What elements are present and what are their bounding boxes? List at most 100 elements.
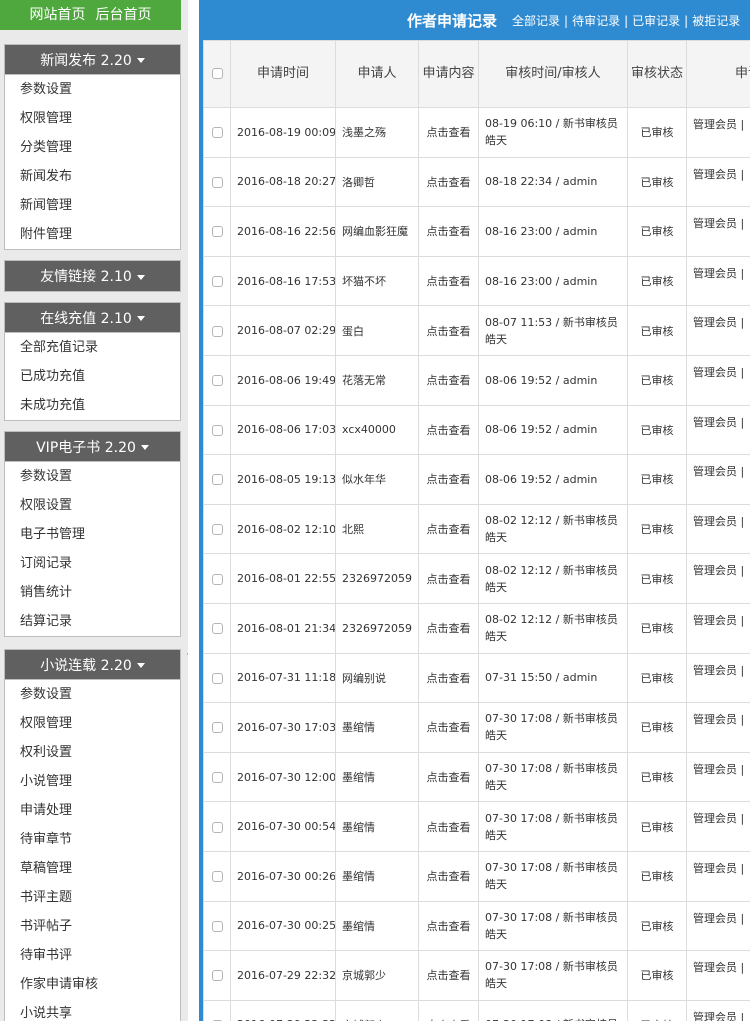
view-content-link[interactable]: 点击查看 [418, 751, 479, 803]
manage-member-link[interactable]: 管理会员 | [686, 107, 750, 158]
menu-item[interactable]: 未成功充值 [5, 391, 180, 420]
manage-member-link[interactable]: 管理会员 | [686, 404, 750, 456]
manage-member-link[interactable]: 管理会员 | [686, 255, 750, 307]
menu-item[interactable]: 订阅记录 [5, 549, 180, 578]
manage-member-link[interactable]: 管理会员 | [686, 305, 750, 356]
menu-item[interactable]: 分类管理 [5, 133, 180, 162]
manage-member-link[interactable]: 管理会员 | [686, 206, 750, 257]
manage-member-link[interactable]: 管理会员 | [686, 553, 750, 604]
row-checkbox[interactable] [211, 474, 223, 486]
view-content-link[interactable]: 点击查看 [418, 454, 479, 505]
manage-member-link[interactable]: 管理会员 | [686, 850, 750, 902]
row-checkbox[interactable] [211, 127, 223, 139]
row-checkbox[interactable] [211, 573, 223, 585]
view-content-link[interactable]: 点击查看 [418, 305, 479, 356]
view-content-link[interactable]: 点击查看 [418, 702, 479, 753]
menu-item[interactable]: 销售统计 [5, 578, 180, 607]
filter-all-link[interactable]: 全部记录 [512, 14, 560, 28]
row-checkbox[interactable] [211, 226, 223, 238]
menu-item[interactable]: 待审章节 [5, 825, 180, 854]
menu-item[interactable]: 参数设置 [5, 462, 180, 491]
view-content-link[interactable]: 点击查看 [418, 206, 479, 257]
menu-group-header[interactable]: VIP电子书 2.20 [5, 432, 180, 462]
manage-member-link[interactable]: 管理会员 | [686, 702, 750, 753]
manage-member-link[interactable]: 管理会员 | [686, 602, 750, 654]
menu-item[interactable]: 附件管理 [5, 220, 180, 249]
menu-item[interactable]: 参数设置 [5, 75, 180, 104]
site-home-link[interactable]: 网站首页 [30, 0, 86, 30]
applicant: 花落无常 [335, 354, 419, 406]
manage-member-link[interactable]: 管理会员 | [686, 999, 750, 1021]
view-content-link[interactable]: 点击查看 [418, 553, 479, 604]
menu-item[interactable]: 权限管理 [5, 709, 180, 738]
view-content-link[interactable]: 点击查看 [418, 503, 479, 555]
row-checkbox[interactable] [211, 722, 223, 734]
menu-item[interactable]: 书评帖子 [5, 912, 180, 941]
menu-item[interactable]: 草稿管理 [5, 854, 180, 883]
menu-item[interactable]: 全部充值记录 [5, 333, 180, 362]
view-content-link[interactable]: 点击查看 [418, 950, 479, 1001]
menu-group-header[interactable]: 新闻发布 2.20 [5, 45, 180, 75]
applicant: 墨绾情 [335, 801, 419, 852]
menu-item[interactable]: 已成功充值 [5, 362, 180, 391]
row-checkbox[interactable] [211, 276, 223, 288]
row-checkbox[interactable] [211, 970, 223, 982]
manage-member-link[interactable]: 管理会员 | [686, 156, 750, 208]
row-checkbox[interactable] [211, 672, 223, 684]
menu-group-header[interactable]: 在线充值 2.10 [5, 303, 180, 333]
manage-member-link[interactable]: 管理会员 | [686, 354, 750, 406]
view-content-link[interactable]: 点击查看 [418, 404, 479, 456]
row-checkbox[interactable] [211, 623, 223, 635]
menu-item[interactable]: 小说共享 [5, 999, 180, 1021]
row-checkbox[interactable] [211, 375, 223, 387]
menu-item[interactable]: 待审书评 [5, 941, 180, 970]
row-checkbox[interactable] [211, 772, 223, 784]
view-content-link[interactable]: 点击查看 [418, 801, 479, 852]
view-content-link[interactable]: 点击查看 [418, 602, 479, 654]
view-content-link[interactable]: 点击查看 [418, 900, 479, 952]
manage-member-link[interactable]: 管理会员 | [686, 652, 750, 704]
view-content-link[interactable]: 点击查看 [418, 255, 479, 307]
collapse-sidebar-icon[interactable] [187, 649, 188, 659]
manage-member-link[interactable]: 管理会员 | [686, 503, 750, 555]
menu-item[interactable]: 新闻管理 [5, 191, 180, 220]
admin-home-link[interactable]: 后台首页 [96, 0, 152, 30]
menu-item[interactable]: 作家申请审核 [5, 970, 180, 999]
manage-member-link[interactable]: 管理会员 | [686, 801, 750, 852]
row-checkbox[interactable] [211, 871, 223, 883]
review-status: 已审核 [627, 702, 687, 753]
row-checkbox[interactable] [211, 821, 223, 833]
filter-reviewed-link[interactable]: 已审记录 [632, 14, 680, 28]
row-select-cell [203, 900, 231, 952]
manage-member-link[interactable]: 管理会员 | [686, 900, 750, 952]
row-checkbox[interactable] [211, 524, 223, 536]
row-checkbox[interactable] [211, 920, 223, 932]
menu-item[interactable]: 申请处理 [5, 796, 180, 825]
filter-rejected-link[interactable]: 被拒记录 [692, 14, 740, 28]
manage-member-link[interactable]: 管理会员 | [686, 950, 750, 1001]
select-all-checkbox[interactable] [211, 68, 223, 79]
menu-item[interactable]: 电子书管理 [5, 520, 180, 549]
view-content-link[interactable]: 点击查看 [418, 652, 479, 704]
view-content-link[interactable]: 点击查看 [418, 107, 479, 158]
filter-pending-link[interactable]: 待审记录 [572, 14, 620, 28]
view-content-link[interactable]: 点击查看 [418, 354, 479, 406]
row-checkbox[interactable] [211, 176, 223, 188]
menu-item[interactable]: 参数设置 [5, 680, 180, 709]
menu-item[interactable]: 小说管理 [5, 767, 180, 796]
view-content-link[interactable]: 点击查看 [418, 156, 479, 208]
view-content-link[interactable]: 点击查看 [418, 999, 479, 1021]
menu-item[interactable]: 新闻发布 [5, 162, 180, 191]
menu-item[interactable]: 权限设置 [5, 491, 180, 520]
menu-item[interactable]: 权限管理 [5, 104, 180, 133]
menu-group-header[interactable]: 小说连载 2.20 [5, 650, 180, 680]
menu-item[interactable]: 书评主题 [5, 883, 180, 912]
menu-item[interactable]: 权利设置 [5, 738, 180, 767]
row-checkbox[interactable] [211, 325, 223, 337]
row-checkbox[interactable] [211, 424, 223, 436]
menu-group-header[interactable]: 友情链接 2.10 [5, 261, 180, 291]
manage-member-link[interactable]: 管理会员 | [686, 454, 750, 505]
menu-item[interactable]: 结算记录 [5, 607, 180, 636]
manage-member-link[interactable]: 管理会员 | [686, 751, 750, 803]
view-content-link[interactable]: 点击查看 [418, 850, 479, 902]
